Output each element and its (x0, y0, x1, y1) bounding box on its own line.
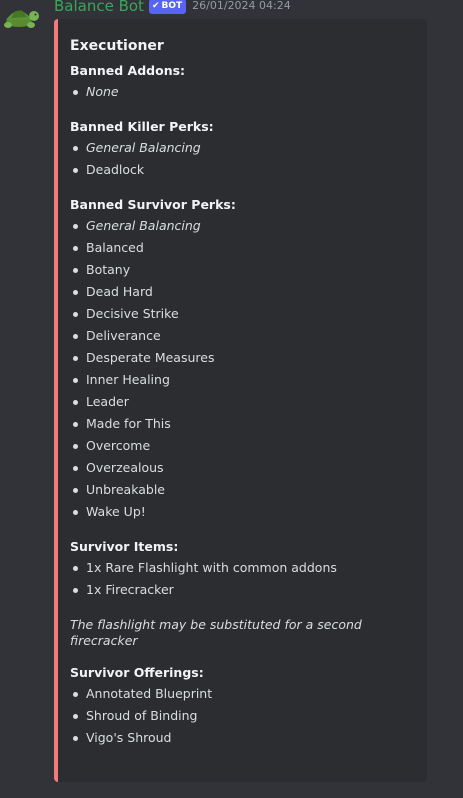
list-item: General Balancing (70, 137, 415, 159)
list-item: Inner Healing (70, 369, 415, 391)
list-item: Shroud of Binding (70, 705, 415, 727)
banned-addons-label: Banned Addons: (70, 63, 186, 78)
list-item: Desperate Measures (70, 347, 415, 369)
banned-addons-list: None (70, 81, 415, 103)
list-item: None (70, 81, 415, 103)
list-item: Balanced (70, 237, 415, 259)
list-item: Overcome (70, 435, 415, 457)
survivor-offerings-label: Survivor Offerings: (70, 665, 204, 680)
list-item: Overzealous (70, 457, 415, 479)
embed-card: Executioner Banned Addons: None Banned K… (54, 19, 427, 782)
bot-tag: ✔ BOT (148, 0, 187, 14)
list-item: Vigo's Shroud (70, 727, 415, 749)
list-item: Made for This (70, 413, 415, 435)
list-item: 1x Rare Flashlight with common addons (70, 557, 415, 579)
list-item: Leader (70, 391, 415, 413)
embed-title: Executioner (70, 38, 164, 54)
list-item: Unbreakable (70, 479, 415, 501)
banned-killer-perks-label: Banned Killer Perks: (70, 119, 214, 134)
survivor-items-label: Survivor Items: (70, 539, 179, 554)
list-item: Deadlock (70, 159, 415, 181)
banned-killer-perks-list: General Balancing Deadlock (70, 137, 415, 181)
verified-check-icon: ✔ (151, 0, 160, 11)
banned-survivor-perks-label: Banned Survivor Perks: (70, 197, 236, 212)
turtle-icon[interactable] (0, 0, 40, 30)
message-header: Balance Bot ✔ BOT 26/01/2024 04:24 (54, 0, 291, 16)
list-item: General Balancing (70, 215, 415, 237)
message-timestamp[interactable]: 26/01/2024 04:24 (192, 0, 291, 16)
username[interactable]: Balance Bot (54, 0, 144, 16)
list-item: 1x Firecracker (70, 579, 415, 601)
list-item: Wake Up! (70, 501, 415, 523)
list-item: Dead Hard (70, 281, 415, 303)
survivor-offerings-list: Annotated Blueprint Shroud of Binding Vi… (70, 683, 415, 749)
survivor-items-note: The flashlight may be substituted for a … (70, 617, 362, 648)
bot-tag-label: BOT (161, 0, 183, 11)
list-item: Decisive Strike (70, 303, 415, 325)
list-item: Botany (70, 259, 415, 281)
survivor-items-list: 1x Rare Flashlight with common addons 1x… (70, 557, 415, 601)
banned-survivor-perks-list: General Balancing Balanced Botany Dead H… (70, 215, 415, 523)
list-item: Deliverance (70, 325, 415, 347)
list-item: Annotated Blueprint (70, 683, 415, 705)
bot-message: Balance Bot ✔ BOT 26/01/2024 04:24 Execu… (0, 0, 463, 798)
